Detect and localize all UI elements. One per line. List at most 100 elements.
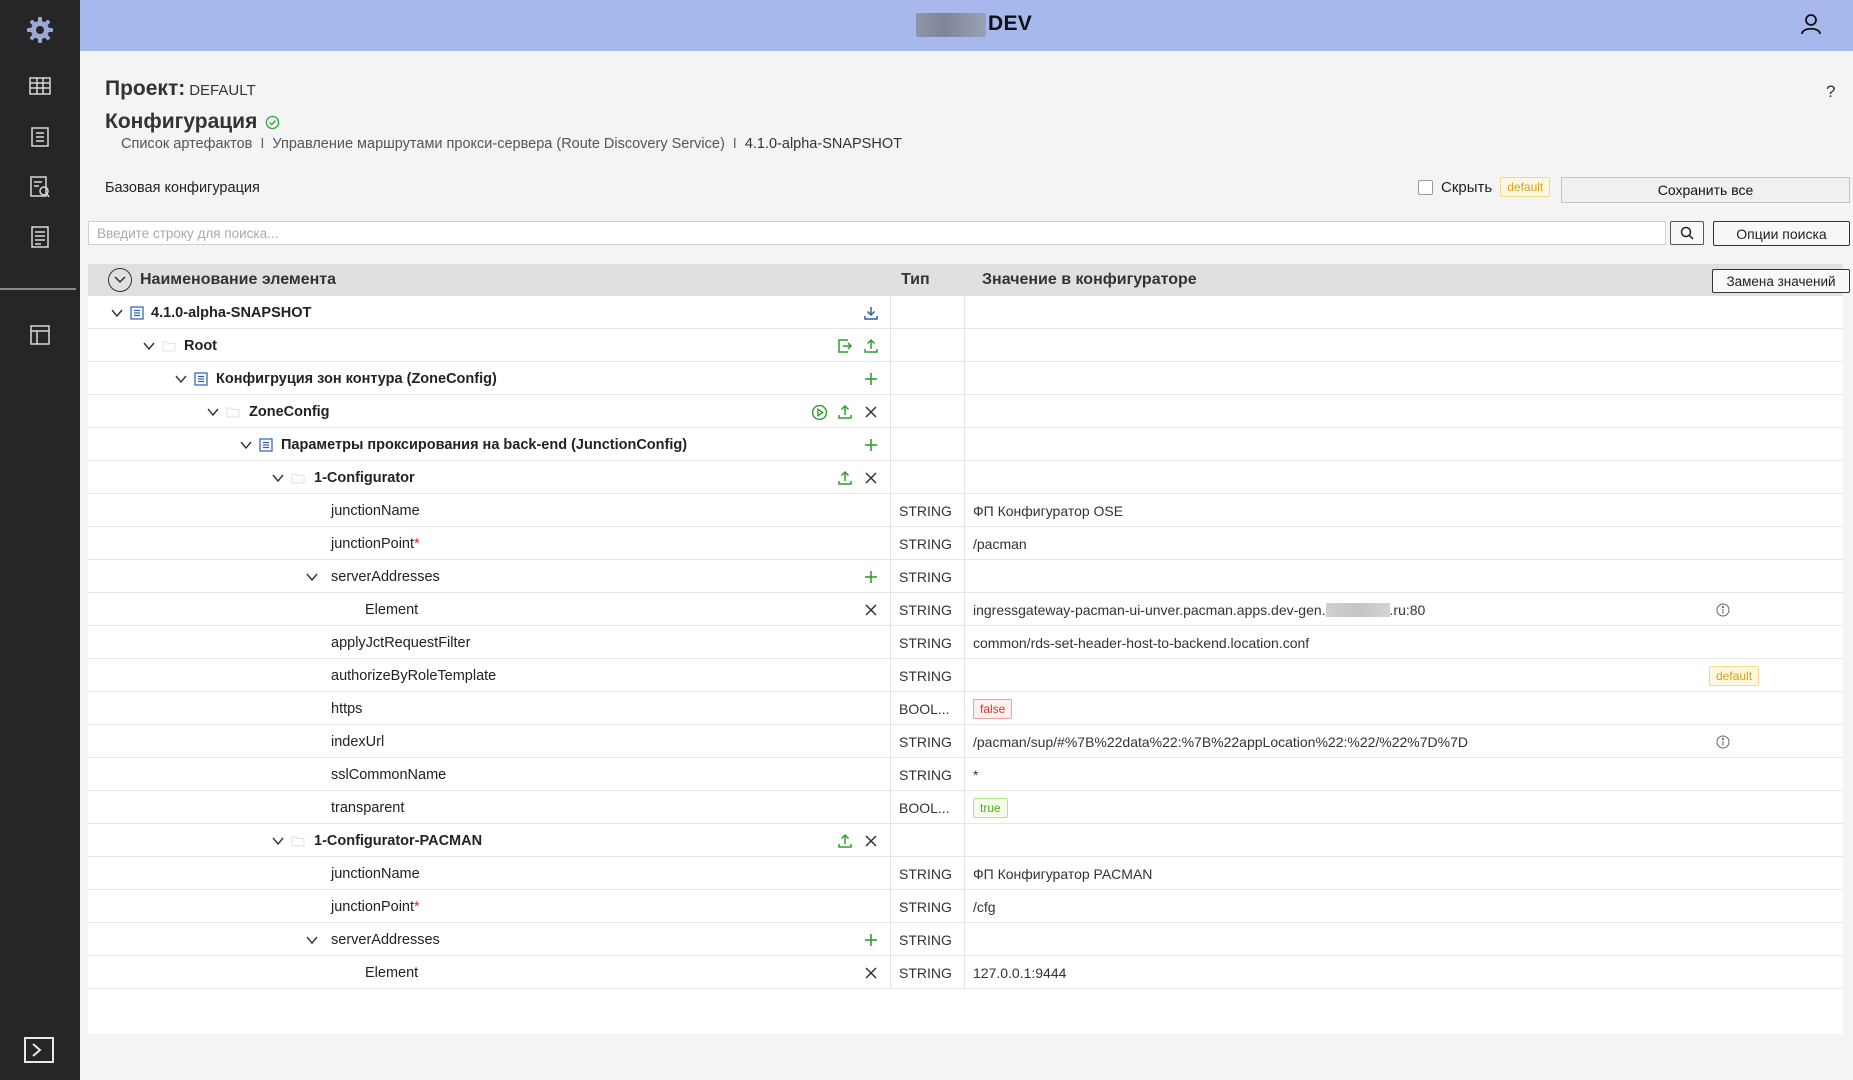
upload-icon[interactable] — [836, 469, 854, 487]
chevron-down-icon[interactable] — [239, 438, 253, 452]
layout-icon[interactable] — [0, 315, 80, 355]
close-icon[interactable] — [862, 469, 880, 487]
value-cell[interactable]: /pacman — [965, 527, 1843, 560]
value-cell[interactable] — [965, 923, 1843, 956]
node-label-text: junctionPoint — [331, 535, 415, 552]
table-row: Element STRING 127.0.0.1:9444 — [88, 956, 1843, 989]
hide-checkbox[interactable] — [1418, 179, 1433, 195]
name-cell: 1-Configurator-PACMAN — [88, 824, 891, 857]
user-icon[interactable] — [1799, 12, 1823, 39]
node-label: 1-Configurator — [314, 469, 415, 486]
upload-icon[interactable] — [862, 337, 880, 355]
upload-icon[interactable] — [836, 403, 854, 421]
value-cell[interactable]: ФП Конфигуратор PACMAN — [965, 857, 1843, 890]
close-icon[interactable] — [862, 964, 880, 982]
terminal-icon[interactable] — [24, 1037, 54, 1066]
value-cell[interactable]: default — [965, 659, 1843, 692]
name-cell: serverAddresses — [88, 560, 891, 593]
value-cell[interactable] — [965, 428, 1843, 461]
chevron-down-icon[interactable] — [110, 306, 124, 320]
chevron-down-icon[interactable] — [305, 933, 319, 947]
list-node-icon — [130, 306, 144, 320]
search-button[interactable] — [1670, 221, 1704, 245]
help-icon[interactable]: ? — [1826, 82, 1835, 102]
close-icon[interactable] — [862, 832, 880, 850]
chevron-down-icon[interactable] — [305, 570, 319, 584]
value-cell[interactable]: 127.0.0.1:9444 — [965, 956, 1843, 989]
value-cell[interactable] — [965, 329, 1843, 362]
required-marker: * — [414, 535, 420, 552]
table-row: ZoneConfig — [88, 395, 1843, 428]
add-icon[interactable] — [862, 568, 880, 586]
close-icon[interactable] — [862, 601, 880, 619]
name-cell: junctionName — [88, 494, 891, 527]
breadcrumb-artifacts[interactable]: Список артефактов — [121, 136, 252, 152]
value-cell[interactable]: /cfg — [965, 890, 1843, 923]
value-cell[interactable] — [965, 362, 1843, 395]
value-cell[interactable] — [965, 461, 1843, 494]
breadcrumb: Список артефактов I Управление маршрутам… — [121, 136, 902, 152]
replace-values-button[interactable]: Замена значений — [1712, 269, 1850, 293]
name-cell: Конфигруция зон контура (ZoneConfig) — [88, 362, 891, 395]
info-icon[interactable] — [1716, 735, 1730, 749]
folder-icon — [162, 341, 176, 352]
value-cell[interactable] — [965, 560, 1843, 593]
node-label: https — [331, 700, 363, 717]
node-label: Element — [365, 601, 419, 618]
value-cell[interactable]: /pacman/sup/#%7B%22data%22:%7B%22appLoca… — [965, 725, 1843, 758]
value-cell[interactable]: common/rds-set-header-host-to-backend.lo… — [965, 626, 1843, 659]
name-cell: serverAddresses — [88, 923, 891, 956]
value-cell[interactable]: ingressgateway-pacman-ui-unver.pacman.ap… — [965, 593, 1843, 626]
table-row: indexUrl STRING /pacman/sup/#%7B%22data%… — [88, 725, 1843, 758]
value-cell[interactable]: * — [965, 758, 1843, 791]
value-text-suffix: .ru:80 — [1389, 601, 1426, 618]
value-cell[interactable]: false — [965, 692, 1843, 725]
table-row: 1-Configurator — [88, 461, 1843, 494]
name-cell: junctionPoint * — [88, 890, 891, 923]
value-cell[interactable] — [965, 824, 1843, 857]
close-icon[interactable] — [862, 403, 880, 421]
list-node-icon — [259, 438, 273, 452]
status-ok-icon — [266, 115, 280, 129]
report-icon[interactable] — [0, 167, 80, 207]
document-icon[interactable] — [0, 217, 80, 257]
chevron-down-icon[interactable] — [206, 405, 220, 419]
list-icon[interactable] — [0, 117, 80, 157]
table-row: https BOOL... false — [88, 692, 1843, 725]
table-row: applyJctRequestFilter STRING common/rds-… — [88, 626, 1843, 659]
chevron-down-icon[interactable] — [174, 372, 188, 386]
collapse-all-button[interactable] — [108, 268, 132, 292]
save-all-button[interactable]: Сохранить все — [1561, 177, 1850, 203]
required-marker: * — [414, 898, 420, 915]
folder-icon — [291, 836, 305, 847]
name-cell: 4.1.0-alpha-SNAPSHOT — [88, 296, 891, 329]
add-icon[interactable] — [862, 436, 880, 454]
table-icon[interactable] — [0, 66, 80, 106]
main-content: Проект: DEFAULT ? Конфигурация Список арт… — [80, 51, 1853, 1080]
value-cell[interactable]: true — [965, 791, 1843, 824]
add-icon[interactable] — [862, 931, 880, 949]
play-icon[interactable] — [810, 403, 828, 421]
settings-icon[interactable] — [0, 10, 80, 50]
true-tag[interactable]: true — [973, 797, 1008, 818]
false-tag[interactable]: false — [973, 698, 1013, 719]
type-cell: STRING — [891, 725, 965, 758]
table-row: 4.1.0-alpha-SNAPSHOT — [88, 296, 1843, 329]
breadcrumb-rds[interactable]: Управление маршрутами прокси-сервера (Ro… — [272, 136, 724, 152]
chevron-down-icon[interactable] — [271, 834, 285, 848]
node-label: 4.1.0-alpha-SNAPSHOT — [151, 304, 312, 321]
value-cell[interactable] — [965, 296, 1843, 329]
node-label: 1-Configurator-PACMAN — [314, 832, 483, 849]
download-icon[interactable] — [862, 304, 880, 322]
search-options-button[interactable]: Опции поиска — [1713, 221, 1850, 246]
value-cell[interactable] — [965, 395, 1843, 428]
upload-icon[interactable] — [836, 832, 854, 850]
export-icon[interactable] — [836, 337, 854, 355]
chevron-down-icon[interactable] — [142, 339, 156, 353]
table-row: Element STRING ingressgateway-pacman-ui-… — [88, 593, 1843, 626]
value-cell[interactable]: ФП Конфигуратор OSE — [965, 494, 1843, 527]
search-input[interactable] — [88, 221, 1666, 245]
chevron-down-icon[interactable] — [271, 471, 285, 485]
info-icon[interactable] — [1716, 603, 1730, 617]
add-icon[interactable] — [862, 370, 880, 388]
